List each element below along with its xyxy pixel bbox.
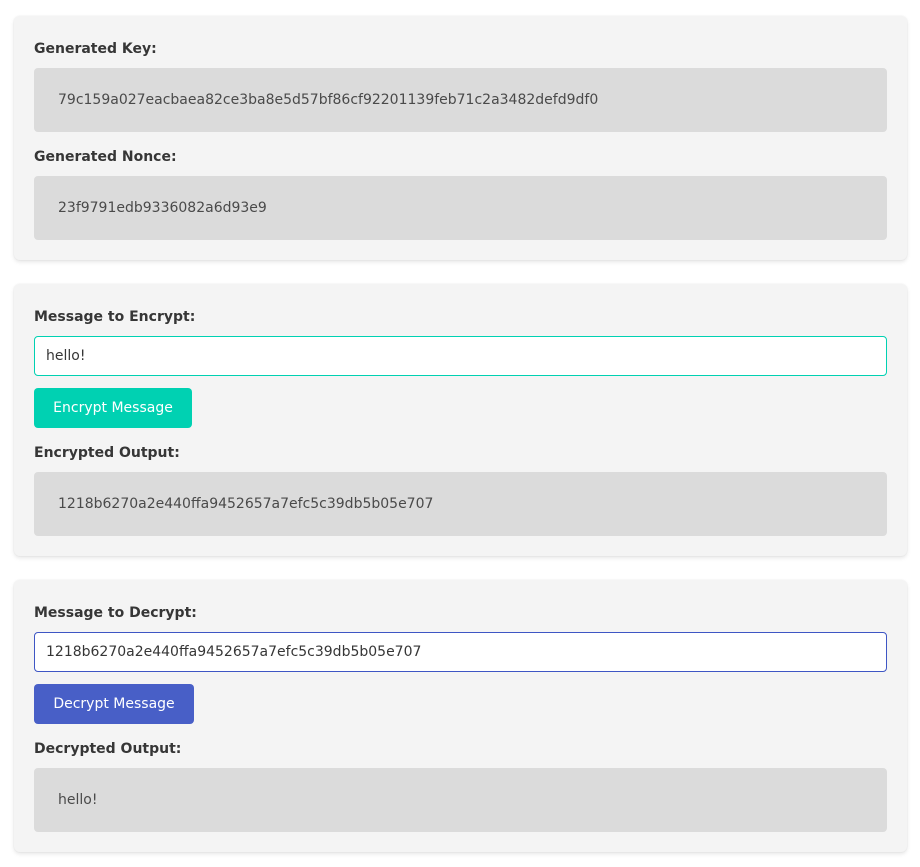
generated-nonce-output: 23f9791edb9336082a6d93e9 xyxy=(34,176,887,240)
decrypt-card: Message to Decrypt: Decrypt Message Decr… xyxy=(14,580,907,852)
keys-card: Generated Key: 79c159a027eacbaea82ce3ba8… xyxy=(14,16,907,260)
generated-nonce-label: Generated Nonce: xyxy=(34,149,177,165)
encrypt-card: Message to Encrypt: Encrypt Message Encr… xyxy=(14,284,907,556)
decrypted-output: hello! xyxy=(34,768,887,832)
decrypt-message-button[interactable]: Decrypt Message xyxy=(34,684,194,724)
generated-key-label: Generated Key: xyxy=(34,41,157,57)
message-to-encrypt-input[interactable] xyxy=(34,336,887,376)
message-to-decrypt-input[interactable] xyxy=(34,632,887,672)
encrypted-output-label: Encrypted Output: xyxy=(34,445,180,461)
encrypted-output: 1218b6270a2e440ffa9452657a7efc5c39db5b05… xyxy=(34,472,887,536)
encrypt-message-button[interactable]: Encrypt Message xyxy=(34,388,192,428)
generated-key-output: 79c159a027eacbaea82ce3ba8e5d57bf86cf9220… xyxy=(34,68,887,132)
decrypted-output-label: Decrypted Output: xyxy=(34,741,182,757)
message-to-encrypt-label: Message to Encrypt: xyxy=(34,309,196,325)
message-to-decrypt-label: Message to Decrypt: xyxy=(34,605,197,621)
